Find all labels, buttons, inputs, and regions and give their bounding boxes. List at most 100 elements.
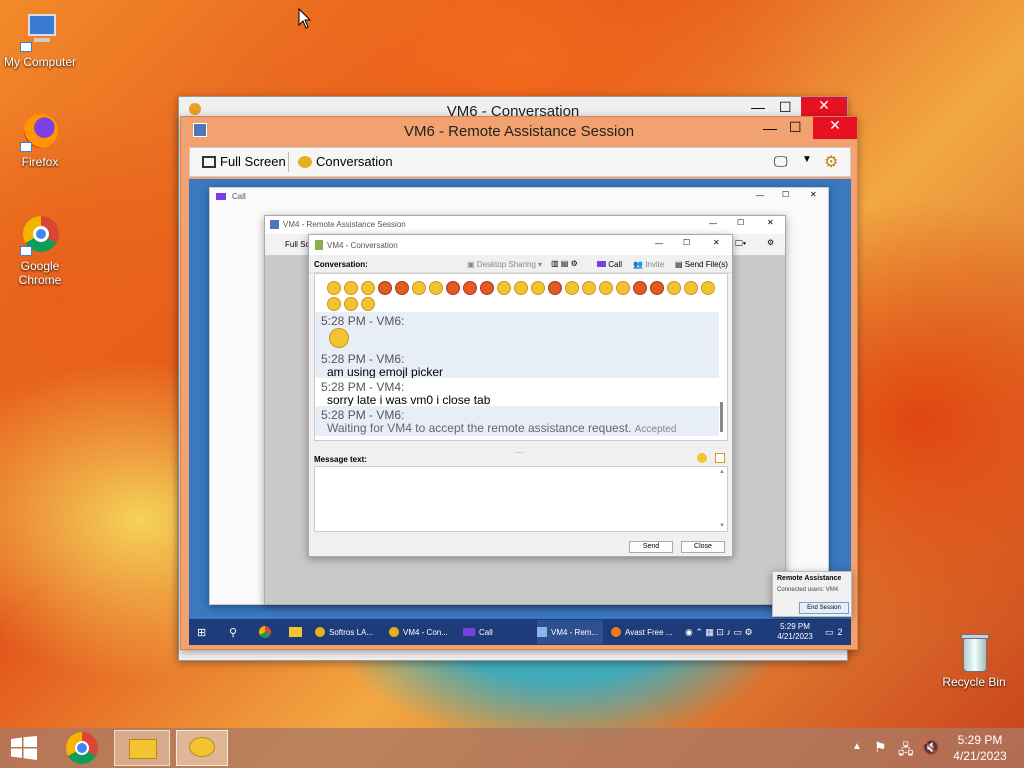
maximize-button[interactable]: ☐ [683, 238, 690, 247]
chat-app-icon [315, 240, 323, 250]
mouse-cursor-icon [298, 8, 312, 29]
remote-assistance-popup: Remote Assistance Connected users: VM4 E… [772, 571, 852, 617]
folder-taskbar-icon[interactable] [289, 620, 302, 644]
computer-icon [20, 12, 60, 52]
action-center-flag-icon[interactable]: ⚑ [874, 739, 887, 756]
status-label: Accepted [634, 424, 677, 435]
file-explorer-taskbar-button[interactable] [114, 730, 170, 766]
system-clock[interactable]: 5:29 PM 4/21/2023 [944, 732, 1016, 764]
taskbar-item[interactable]: VM4 - Con... [389, 620, 455, 644]
chrome-taskbar-icon[interactable] [259, 620, 271, 644]
splitter-handle[interactable]: ··· [515, 448, 523, 457]
message-header: 5:28 PM - VM6: [321, 314, 405, 328]
close-button[interactable]: ✕ [810, 190, 817, 199]
chat-titlebar[interactable]: VM4 - Conversation — ☐ ✕ [309, 235, 732, 255]
message-text: Waiting for VM4 to accept the remote ass… [327, 421, 676, 435]
chat-window[interactable]: VM4 - Conversation — ☐ ✕ Conversation: ▣… [308, 234, 733, 557]
send-files-button[interactable]: ▤ Send File(s) [675, 260, 728, 269]
taskbar-item[interactable]: Avast Free ... [611, 620, 681, 644]
network-icon[interactable]: 🖧 [898, 739, 914, 763]
start-button[interactable] [0, 728, 48, 768]
send-files-label: Send File(s) [684, 260, 728, 269]
fullscreen-label[interactable]: Full Sc [285, 240, 309, 249]
show-hidden-icons-icon[interactable]: ▲ [852, 741, 862, 752]
connected-users: Connected users: VM4 [777, 587, 839, 593]
video-call-icon [463, 628, 475, 636]
chrome-taskbar-button[interactable] [58, 728, 108, 768]
end-session-button[interactable]: End Session [799, 602, 849, 614]
fullscreen-icon [202, 155, 216, 168]
desktop-sharing-label: Desktop Sharing [476, 260, 536, 269]
settings-icon[interactable]: ⚙ [767, 238, 774, 247]
minimize-button[interactable]: — [709, 219, 717, 228]
invite-button[interactable]: 👥 Invite [633, 260, 664, 269]
desktop-sharing-icon: ▣ [467, 260, 475, 269]
maximize-button[interactable]: ☐ [737, 218, 744, 227]
windows-logo-icon [11, 736, 37, 760]
video-call-icon [597, 261, 606, 267]
close-button[interactable]: ✕ [713, 238, 720, 247]
close-chat-button[interactable]: Close [681, 541, 725, 553]
send-file-icon: ▤ [675, 260, 683, 269]
conversation-button[interactable]: Conversation [292, 154, 399, 169]
maximize-button[interactable]: ☐ [779, 99, 792, 116]
maximize-button[interactable]: ☐ [789, 119, 802, 136]
search-icon[interactable]: ⚲ [229, 620, 237, 644]
message-list[interactable]: 5:28 PM - VM6: 5:28 PM - VM6: am using e… [314, 273, 728, 441]
chat-app-icon [315, 627, 325, 637]
maximize-button[interactable]: ☐ [782, 190, 789, 199]
chat-app-icon [389, 627, 399, 637]
display-icon[interactable]: 🖵 [774, 153, 788, 170]
scroll-down-icon[interactable]: ▼ [719, 523, 725, 529]
volume-muted-icon[interactable]: 🔇 [922, 739, 939, 756]
message-input[interactable]: ▲ ▼ [314, 466, 728, 532]
inner-taskbar: ⊞ ⚲ Softros LA... VM4 - Con... Call VM4 … [189, 620, 851, 644]
desktop-icon-recycle-bin[interactable]: Recycle Bin [934, 632, 1014, 689]
close-button[interactable]: ✕ [767, 218, 774, 227]
emoji-row [327, 279, 722, 311]
minimize-button[interactable]: — [751, 99, 765, 115]
scrollbar-thumb[interactable] [720, 402, 723, 432]
avast-icon [611, 627, 621, 637]
desktop-sharing-button[interactable]: ▣ Desktop Sharing ▾ [467, 260, 542, 269]
invite-icon: 👥 [633, 260, 643, 269]
toolbar-icons[interactable]: ▥ ▤ ⚙ [551, 259, 578, 268]
desktop-icon-chrome[interactable]: Google Chrome [0, 216, 80, 287]
call-titlebar[interactable]: Call — ☐ ✕ [210, 188, 828, 206]
scroll-up-icon[interactable]: ▲ [719, 469, 725, 475]
emoji-picker-icon[interactable] [697, 453, 707, 463]
remote-session-titlebar[interactable]: VM6 - Remote Assistance Session — ☐ ✕ [181, 117, 857, 143]
settings-icon[interactable]: ⚙ [824, 152, 838, 172]
format-icon[interactable] [715, 453, 725, 463]
minimize-button[interactable]: — [763, 120, 777, 136]
message-header: 5:28 PM - VM6: [321, 408, 405, 422]
send-button[interactable]: Send [629, 541, 673, 553]
clock-time: 5:29 PM [780, 622, 810, 631]
conversation-label: Conversation [316, 154, 393, 169]
call-button[interactable]: Call [597, 260, 622, 269]
taskbar-item[interactable]: Call [463, 620, 529, 644]
window-title: VM4 - Remote Assistance Session [283, 220, 406, 229]
clock-date: 4/21/2023 [777, 632, 813, 641]
minimize-button[interactable]: — [655, 239, 663, 248]
taskbar-item[interactable]: VM4 - Rem... [537, 620, 603, 644]
display-icon[interactable]: 🖵▾ [735, 239, 746, 249]
taskbar-item[interactable]: Softros LA... [315, 620, 381, 644]
inner-clock[interactable]: 5:29 PM 4/21/2023 [775, 622, 815, 642]
start-button[interactable]: ⊞ [197, 620, 206, 644]
popup-title: Remote Assistance [777, 575, 842, 582]
inner-session-titlebar[interactable]: VM4 - Remote Assistance Session — ☐ ✕ [265, 216, 785, 234]
desktop-icon-firefox[interactable]: Firefox [0, 112, 80, 169]
notification-icon[interactable]: ▭ 2 [825, 620, 843, 644]
fullscreen-label: Full Screen [220, 154, 286, 169]
close-button[interactable]: ✕ [813, 117, 857, 139]
clock-date: 4/21/2023 [953, 749, 1007, 763]
chat-taskbar-button[interactable] [176, 730, 228, 766]
desktop-icon-my-computer[interactable]: My Computer [0, 12, 80, 69]
chevron-down-icon[interactable]: ▼ [802, 154, 812, 165]
folder-icon [129, 739, 157, 759]
minimize-button[interactable]: — [756, 191, 764, 200]
fullscreen-button[interactable]: Full Screen [196, 154, 292, 169]
tray-icons[interactable]: ◉ ⌃ ▦ ⊡ ♪ ▭ ⚙ [685, 620, 753, 644]
window-title: VM4 - Conversation [327, 241, 398, 250]
